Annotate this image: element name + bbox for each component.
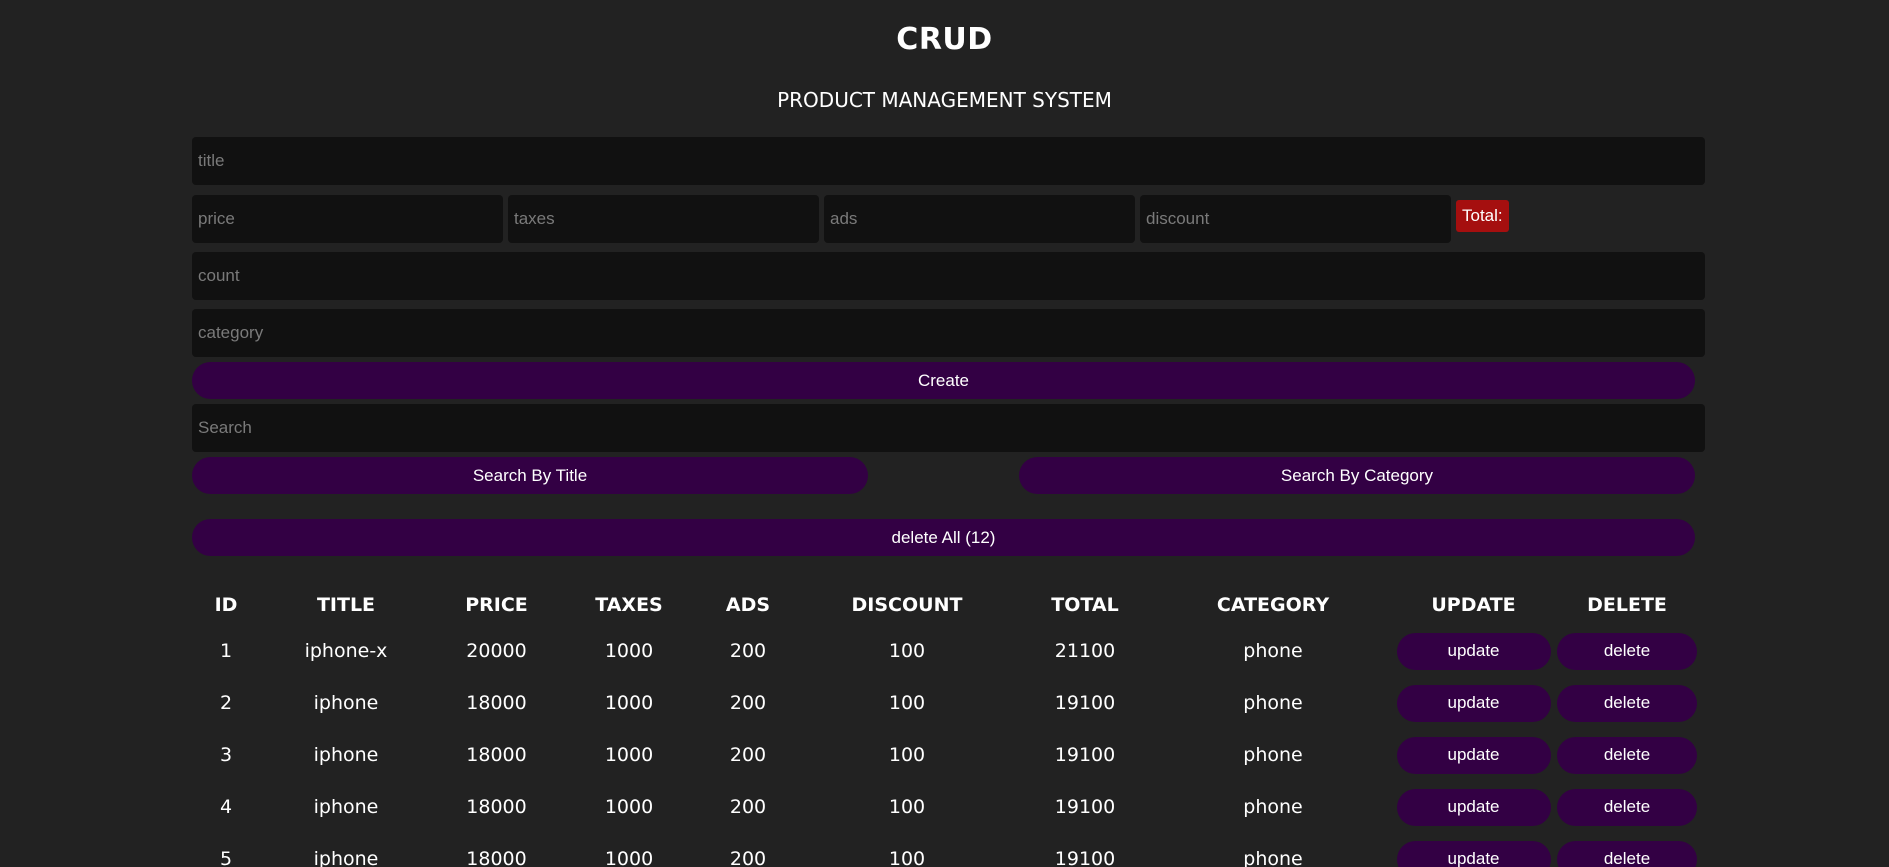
cell-id: 1: [219, 640, 233, 662]
cell-discount: 100: [888, 692, 926, 714]
cell-ads: 200: [729, 796, 767, 818]
cell-title: iphone: [313, 848, 379, 867]
count-input[interactable]: [192, 252, 1705, 300]
cell-category: phone: [1243, 848, 1303, 867]
cell-total: 19100: [1054, 848, 1116, 867]
cell-taxes: 1000: [604, 744, 654, 766]
delete-button[interactable]: delete: [1557, 684, 1697, 722]
cell-delete: delete: [1556, 677, 1698, 729]
cell-category: phone: [1243, 744, 1303, 766]
cell-title: iphone: [313, 744, 379, 766]
cell-discount: 100: [888, 848, 926, 867]
cell-discount: 100: [888, 640, 926, 662]
delete-button[interactable]: delete: [1557, 788, 1697, 826]
cell-total: 19100: [1054, 796, 1116, 818]
table-header-row: ID TITLE PRICE TAXES ADS DISCOUNT TOTAL …: [192, 585, 1698, 625]
cell-delete: delete: [1556, 833, 1698, 867]
crud-app: CRUD PRODUCT MANAGEMENT SYSTEM Total: Cr…: [0, 0, 1889, 867]
header-update: UPDATE: [1431, 594, 1516, 616]
header-taxes: TAXES: [595, 594, 663, 616]
cell-taxes: 1000: [604, 796, 654, 818]
cell-category: phone: [1243, 640, 1303, 662]
cell-discount: 100: [888, 796, 926, 818]
table-row: 3 iphone 18000 1000 200 100 19100 phone …: [192, 729, 1698, 781]
header-title: TITLE: [316, 594, 376, 616]
cell-id: 4: [219, 796, 233, 818]
cell-discount: 100: [888, 744, 926, 766]
header-category: CATEGORY: [1216, 594, 1330, 616]
page-title: CRUD: [896, 22, 993, 57]
cell-category: phone: [1243, 692, 1303, 714]
products-table: ID TITLE PRICE TAXES ADS DISCOUNT TOTAL …: [192, 585, 1698, 867]
taxes-input[interactable]: [508, 195, 819, 243]
cell-update: update: [1391, 729, 1556, 781]
cell-total: 21100: [1054, 640, 1116, 662]
header-ads: ADS: [725, 594, 771, 616]
header-total: TOTAL: [1051, 594, 1119, 616]
cell-ads: 200: [729, 848, 767, 867]
update-button[interactable]: update: [1396, 736, 1551, 774]
cell-ads: 200: [729, 744, 767, 766]
cell-total: 19100: [1054, 744, 1116, 766]
table-row: 4 iphone 18000 1000 200 100 19100 phone …: [192, 781, 1698, 833]
discount-input[interactable]: [1140, 195, 1451, 243]
delete-all-button[interactable]: delete All (12): [192, 519, 1695, 556]
create-button[interactable]: Create: [192, 362, 1695, 399]
delete-button[interactable]: delete: [1557, 736, 1697, 774]
search-input[interactable]: [192, 404, 1705, 452]
cell-category: phone: [1243, 796, 1303, 818]
total-badge: Total:: [1456, 200, 1509, 232]
cell-price: 18000: [466, 848, 527, 867]
cell-delete: delete: [1556, 625, 1698, 677]
cell-ads: 200: [729, 640, 767, 662]
cell-price: 18000: [466, 692, 527, 714]
cell-price: 18000: [466, 744, 527, 766]
cell-update: update: [1391, 781, 1556, 833]
update-button[interactable]: update: [1396, 632, 1551, 670]
ads-input[interactable]: [824, 195, 1135, 243]
cell-id: 5: [219, 848, 233, 867]
cell-update: update: [1391, 677, 1556, 729]
update-button[interactable]: update: [1396, 788, 1551, 826]
table-row: 2 iphone 18000 1000 200 100 19100 phone …: [192, 677, 1698, 729]
cell-taxes: 1000: [604, 848, 654, 867]
cell-update: update: [1391, 833, 1556, 867]
header-delete: DELETE: [1587, 594, 1667, 616]
cell-taxes: 1000: [604, 640, 654, 662]
header-discount: DISCOUNT: [851, 594, 963, 616]
delete-button[interactable]: delete: [1557, 632, 1697, 670]
header-id: ID: [214, 594, 238, 616]
cell-price: 18000: [466, 796, 527, 818]
update-button[interactable]: update: [1396, 840, 1551, 867]
cell-title: iphone: [313, 796, 379, 818]
cell-title: iphone-x: [304, 640, 388, 662]
cell-price: 20000: [466, 640, 527, 662]
search-by-title-button[interactable]: Search By Title: [192, 457, 868, 494]
page-subtitle: PRODUCT MANAGEMENT SYSTEM: [777, 88, 1112, 112]
table-row: 5 iphone 18000 1000 200 100 19100 phone …: [192, 833, 1698, 867]
cell-delete: delete: [1556, 781, 1698, 833]
table-row: 1 iphone-x 20000 1000 200 100 21100 phon…: [192, 625, 1698, 677]
cell-id: 2: [219, 692, 233, 714]
cell-ads: 200: [729, 692, 767, 714]
cell-update: update: [1391, 625, 1556, 677]
delete-button[interactable]: delete: [1557, 840, 1697, 867]
cell-taxes: 1000: [604, 692, 654, 714]
cell-id: 3: [219, 744, 233, 766]
title-input[interactable]: [192, 137, 1705, 185]
cell-total: 19100: [1054, 692, 1116, 714]
update-button[interactable]: update: [1396, 684, 1551, 722]
cell-title: iphone: [313, 692, 379, 714]
header-price: PRICE: [465, 594, 528, 616]
cell-delete: delete: [1556, 729, 1698, 781]
price-input[interactable]: [192, 195, 503, 243]
search-by-category-button[interactable]: Search By Category: [1019, 457, 1695, 494]
category-input[interactable]: [192, 309, 1705, 357]
